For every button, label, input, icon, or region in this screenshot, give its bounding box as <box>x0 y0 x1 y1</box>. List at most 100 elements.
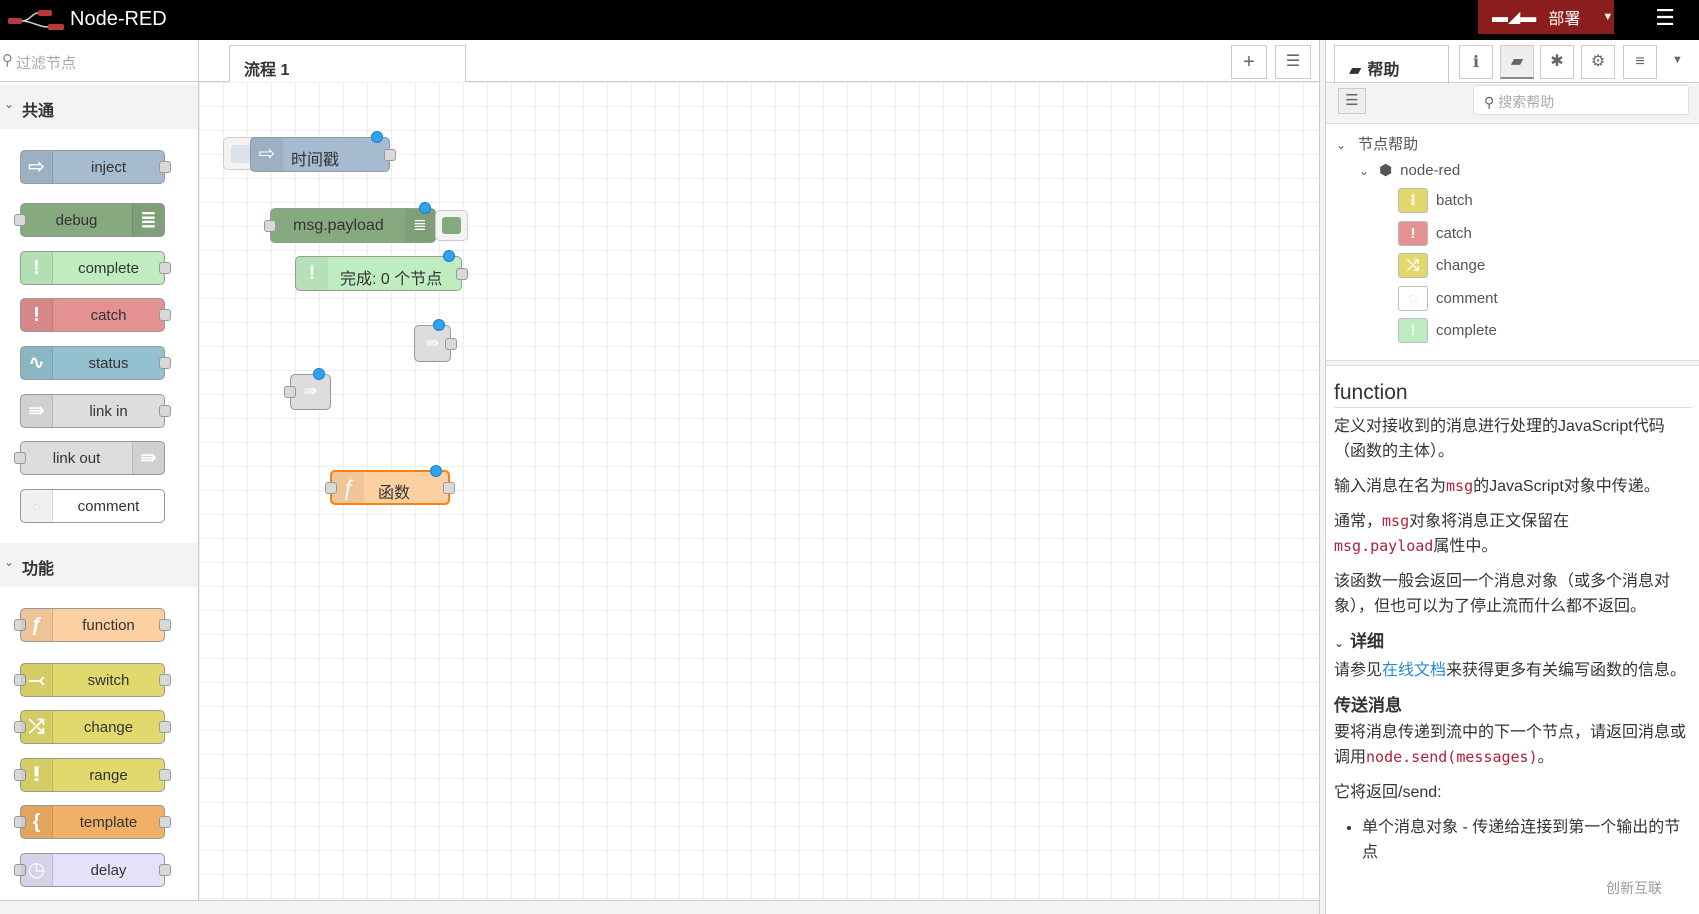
list-icon: ≣ <box>132 204 164 236</box>
tree-item-comment[interactable]: ◌ comment <box>1326 285 1699 314</box>
output-port <box>159 721 171 733</box>
palette-node-comment[interactable]: ◌ comment <box>20 489 165 523</box>
palette-filter-input[interactable]: ⚲ 过滤节点 <box>0 40 199 82</box>
palette-node-function[interactable]: ƒ function <box>14 608 171 642</box>
tree-item-label: catch <box>1436 224 1472 242</box>
canvas-node-function[interactable]: ƒ 函数 <box>325 465 455 505</box>
palette-node-change[interactable]: ⤮ change <box>14 710 171 744</box>
palette: ⚲ 过滤节点 ⌄ 共通 ⇨ inject ≣ debug! complete! catch ∿ s… <box>0 40 199 914</box>
workspace-tabs: 流程 1 + ☰ <box>199 40 1319 83</box>
tab-help[interactable]: ▰ 帮助 <box>1334 45 1449 84</box>
help-search-input[interactable]: ⚲ 搜索帮助 <box>1473 85 1689 115</box>
tab-flow-1[interactable]: 流程 1 <box>229 45 466 83</box>
book-icon: ▰ <box>1349 62 1362 79</box>
chevron-down-icon: ⌄ <box>4 555 15 569</box>
tree-item-label: comment <box>1436 289 1498 307</box>
palette-node-label: function <box>82 617 135 634</box>
help-paragraph: 通常，msg对象将消息正文保留在 msg.payload属性中。 <box>1334 512 1570 555</box>
complete-node-icon: ! <box>1398 318 1428 343</box>
palette-node-label: link in <box>89 403 128 420</box>
info-icon[interactable]: i <box>1459 45 1493 79</box>
pulse-icon: ∿ <box>21 347 53 379</box>
output-port <box>159 619 171 631</box>
help-title: function <box>1334 380 1692 408</box>
debug-toggle-button[interactable] <box>435 210 468 241</box>
palette-node-complete[interactable]: ! complete <box>20 251 171 285</box>
sidebar-splitter[interactable] <box>1319 40 1326 914</box>
canvas-node-link-in[interactable]: ⇛ <box>284 368 331 410</box>
changed-indicator <box>430 465 442 477</box>
tree-item-change[interactable]: ⤮ change <box>1326 253 1699 281</box>
toggle-tree-icon[interactable]: ☰ <box>1338 88 1366 114</box>
canvas-node-complete[interactable]: ! 完成: 0 个节点 <box>295 250 468 291</box>
flow-list-button[interactable]: ☰ <box>1275 45 1311 79</box>
link-in-icon: ⇛ <box>21 395 53 427</box>
arrow-right-icon: ⇨ <box>21 151 53 183</box>
palette-node-link-in[interactable]: ⇛ link in <box>20 394 171 428</box>
palette-node-catch[interactable]: ! catch <box>20 298 171 332</box>
output-port <box>159 309 171 321</box>
tree-item-complete[interactable]: ! complete <box>1326 318 1699 346</box>
palette-node-label: switch <box>87 672 130 689</box>
changed-indicator <box>443 250 455 262</box>
canvas-node-inject[interactable]: ⇨ 时间戳 <box>250 131 396 172</box>
changed-indicator <box>433 319 445 331</box>
catch-node-icon: ! <box>1398 220 1428 246</box>
online-docs-link[interactable]: 在线文档 <box>1382 662 1446 679</box>
details-toggle[interactable]: ⌄ 详细 <box>1334 629 1692 656</box>
palette-node-label: change <box>83 719 134 736</box>
output-port <box>159 357 171 369</box>
node-red-logo <box>8 10 64 30</box>
palette-node-inject[interactable]: ⇨ inject <box>20 150 171 184</box>
palette-category-common[interactable]: ⌄ 共通 <box>0 85 198 129</box>
palette-node-range[interactable]: ⵑ range <box>14 758 171 792</box>
palette-node-label: comment <box>77 498 140 515</box>
link-icon: ⇛ <box>303 383 318 400</box>
search-icon: ⚲ <box>1484 94 1495 110</box>
watermark: 创新互联 <box>1600 876 1668 900</box>
tree-root[interactable]: ⌄ 节点帮助 <box>1336 133 1418 154</box>
output-port[interactable] <box>384 148 396 161</box>
palette-node-debug[interactable]: ≣ debug <box>14 203 165 237</box>
help-splitter[interactable] <box>1326 360 1699 366</box>
book-icon[interactable]: ▰ <box>1500 45 1534 79</box>
output-port[interactable] <box>443 481 455 494</box>
batch-node-icon: ⁝ <box>1398 188 1428 213</box>
add-flow-button[interactable]: + <box>1231 45 1267 79</box>
help-list-item: 单个消息对象 - 传递给连接到第一个输出的节点 <box>1362 815 1692 865</box>
output-port[interactable] <box>445 337 457 350</box>
function-icon: ƒ <box>21 609 53 641</box>
help-paragraph: 定义对接收到的消息进行处理的JavaScript代码（函数的主体）。 <box>1334 418 1665 460</box>
workspace-canvas[interactable]: ⇨ 时间戳 msg.payload ≣ ! 完成: 0 个节点 ⇛ ⇛ ƒ 函数 <box>199 82 1318 900</box>
chevron-down-icon[interactable]: ▼ <box>1672 54 1683 66</box>
palette-node-delay[interactable]: ◷ delay <box>14 853 171 887</box>
database-icon[interactable]: ≡ <box>1623 45 1657 79</box>
palette-node-status[interactable]: ∿ status <box>20 346 171 380</box>
deploy-dropdown-icon[interactable]: ▼ <box>1602 11 1613 23</box>
output-port[interactable] <box>456 267 468 280</box>
change-node-icon: ⤮ <box>1398 253 1428 278</box>
bug-icon[interactable]: ✱ <box>1540 45 1574 79</box>
palette-node-switch[interactable]: ⤙ switch <box>14 663 171 697</box>
input-port[interactable] <box>325 481 337 494</box>
canvas-node-debug[interactable]: msg.payload ≣ <box>264 202 436 243</box>
palette-node-template[interactable]: {template <box>14 805 171 839</box>
deploy-button[interactable]: ▬◢▬ 部署 ▼ <box>1478 0 1614 34</box>
help-paragraph: 该函数一般会返回一个消息对象（或多个消息对象），但也可以为了停止流而什么都不返回… <box>1334 573 1671 615</box>
palette-footer <box>0 900 199 914</box>
main-menu-icon[interactable]: ☰ <box>1652 6 1678 30</box>
input-port[interactable] <box>264 219 276 232</box>
tree-module[interactable]: ⌄ ⬢ node-red <box>1359 161 1460 179</box>
tree-item-catch[interactable]: ! catch <box>1326 220 1699 249</box>
gear-icon[interactable]: ⚙ <box>1581 45 1615 79</box>
timer-icon: ◷ <box>21 854 53 886</box>
palette-node-link-out[interactable]: ⇛ link out <box>14 441 165 475</box>
palette-category-function[interactable]: ⌄ 功能 <box>0 543 198 587</box>
tree-item-batch[interactable]: ⁝ batch <box>1326 188 1699 216</box>
output-port <box>159 864 171 876</box>
exclamation-icon: ! <box>21 252 53 284</box>
canvas-node-link-out[interactable]: ⇛ <box>414 319 457 362</box>
palette-node-label: range <box>89 767 128 784</box>
palette-node-label: debug <box>55 212 98 229</box>
input-port[interactable] <box>284 386 296 398</box>
